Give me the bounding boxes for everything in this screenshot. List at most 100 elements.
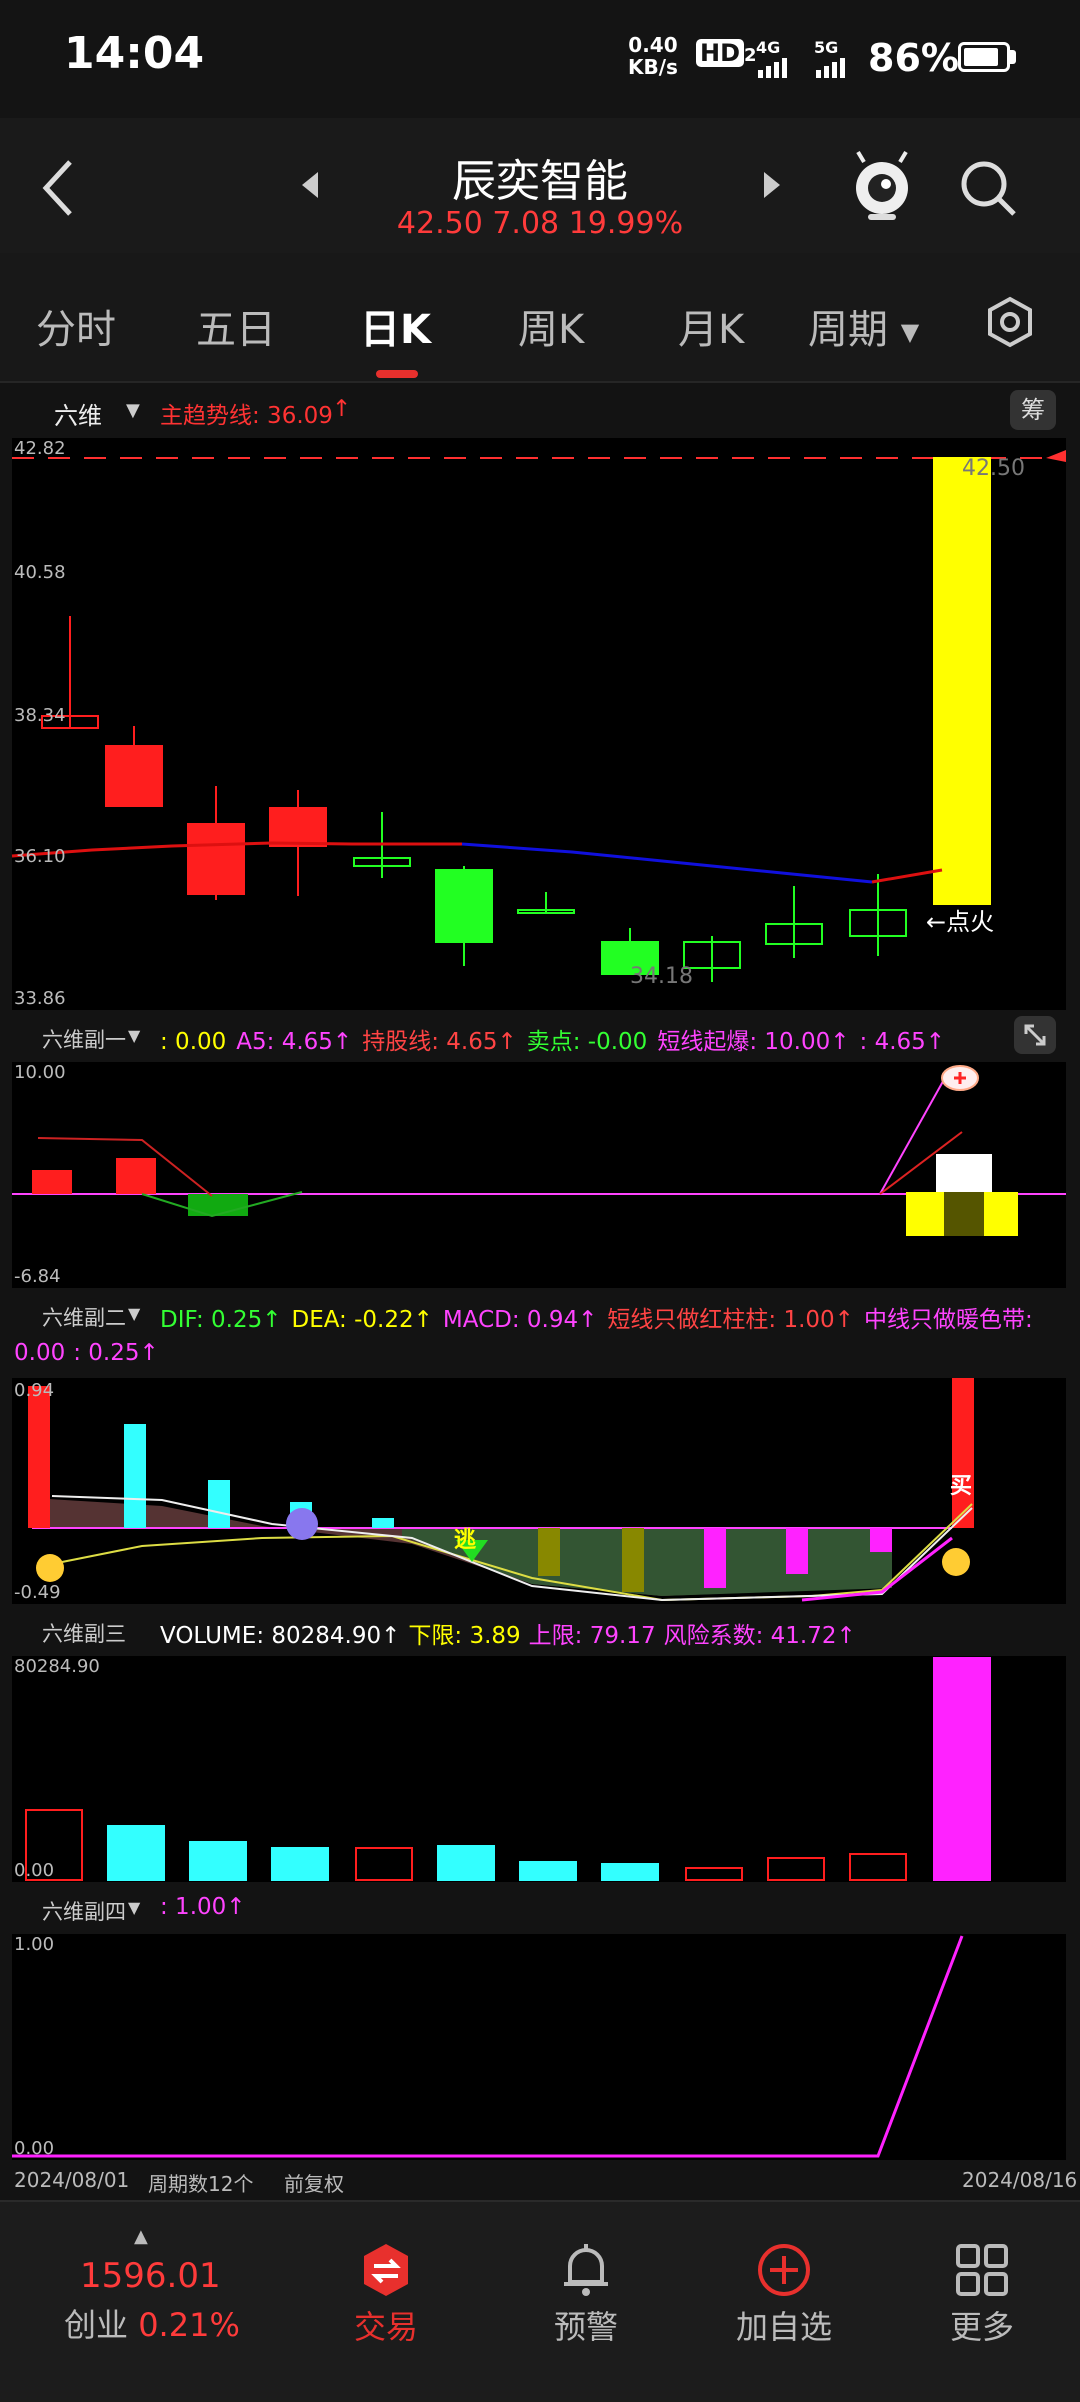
sub2-chart[interactable]	[12, 1378, 1066, 1604]
buy-signal-label: 买	[950, 1474, 973, 1499]
nav-trade[interactable]: 交易	[306, 2302, 466, 2348]
signal-5g-icon: 5G	[814, 38, 845, 78]
main-panel-name[interactable]: 六维	[54, 396, 102, 431]
battery-fill	[964, 48, 998, 66]
volume-chart[interactable]	[12, 1656, 1066, 1882]
indicator-value: : 1.00↑	[160, 1894, 246, 1920]
price-axis-label: 38.34	[14, 705, 66, 726]
battery-tip	[1010, 50, 1016, 64]
sub1-bar	[188, 1194, 248, 1216]
sub1-name[interactable]: 六维副一	[42, 1024, 126, 1054]
macd-bar	[622, 1528, 644, 1592]
volume-bar	[685, 1867, 743, 1881]
sub4-indicators: : 1.00↑	[160, 1894, 254, 1920]
money-bag-icon	[36, 1554, 64, 1582]
index-value[interactable]: 1596.01	[80, 2256, 221, 2296]
sub2-name[interactable]: 六维副二	[42, 1302, 126, 1332]
chips-button[interactable]: 筹	[1010, 390, 1056, 430]
sub1-chart[interactable]	[12, 1062, 1066, 1288]
price-axis-label: 40.58	[14, 562, 66, 583]
tab-period-dropdown[interactable]: 周期 ▼	[808, 297, 919, 355]
main-trend-indicator: 主趋势线: 36.09	[160, 403, 333, 429]
tab-monthly-k[interactable]: 月K	[678, 297, 744, 355]
trend-line-red	[871, 868, 943, 884]
nav-alert[interactable]: 预警	[506, 2302, 666, 2348]
sub1-indicators: : 0.00 A5: 4.65↑ 持股线: 4.65↑ 卖点: -0.00 短线起爆: …	[160, 1022, 955, 1056]
indicator-value: 持股线: 4.65↑	[362, 1029, 517, 1055]
sub1-bar	[944, 1192, 984, 1236]
bell-icon[interactable]	[558, 2242, 614, 2298]
signal-5g-label: 5G	[814, 38, 839, 57]
chevron-down-icon[interactable]: ▼	[126, 400, 140, 421]
sub4-line	[12, 1935, 964, 2158]
signal-bars-icon	[758, 58, 787, 78]
net-speed-value: 0.40	[628, 33, 678, 57]
tab-weekly-k[interactable]: 周K	[518, 297, 584, 355]
battery-icon	[958, 42, 1010, 72]
high-price-label: 42.50	[962, 456, 1025, 481]
tab-daily-k[interactable]: 日K	[360, 297, 431, 355]
volume-bar	[519, 1861, 577, 1881]
nav-more[interactable]: 更多	[902, 2302, 1062, 2348]
tab-intraday[interactable]: 分时	[36, 297, 116, 355]
chevron-down-icon: ▼	[900, 318, 920, 346]
candle-body	[105, 745, 163, 807]
sub1-bar	[116, 1158, 156, 1194]
indicator-value: A5: 4.65↑	[236, 1029, 353, 1055]
add-watchlist-icon[interactable]	[756, 2242, 812, 2298]
sad-face-icon	[286, 1508, 318, 1540]
sub2-indicators-line2: 0.00: 0.25↑	[14, 1340, 167, 1366]
sub3-indicators: VOLUME: 80284.90↑ 下限: 3.89 上限: 79.17 风险系数: …	[160, 1616, 864, 1650]
chevron-down-icon[interactable]: ▼	[128, 1026, 140, 1045]
kline-chart[interactable]	[11, 438, 1066, 1010]
trade-icon[interactable]	[358, 2242, 414, 2298]
sub4-chart[interactable]	[12, 1934, 1066, 2160]
sub2-axis-bottom: -0.49	[14, 1582, 61, 1603]
indicator-value: : 0.25↑	[73, 1340, 159, 1366]
chevron-down-icon[interactable]: ▼	[128, 1898, 140, 1917]
price-axis-label: 42.82	[14, 438, 66, 459]
sub4-axis-top: 1.00	[14, 1934, 55, 1955]
indicator-value: MACD: 0.94↑	[442, 1307, 598, 1333]
escape-signal-label: 逃	[454, 1528, 477, 1553]
sub4-name[interactable]: 六维副四	[42, 1896, 126, 1926]
sub1-axis-top: 10.00	[14, 1062, 66, 1083]
mascot-icon[interactable]	[850, 150, 914, 222]
volume-bar	[767, 1857, 825, 1881]
signal-4g-label: 4G	[756, 38, 781, 57]
volume-bar	[189, 1841, 247, 1881]
volume-bar	[355, 1847, 413, 1881]
indicator-value: 上限: 79.17	[528, 1623, 656, 1649]
volume-bar	[849, 1853, 907, 1881]
index-ticker[interactable]: 创业 0.21%	[64, 2300, 240, 2346]
sub4-axis-bottom: 0.00	[14, 2138, 55, 2159]
search-icon[interactable]	[958, 158, 1018, 218]
hd-sub: 2	[744, 45, 757, 66]
sub1-axis-bottom: -6.84	[14, 1266, 61, 1287]
chevron-down-icon[interactable]: ▼	[128, 1304, 140, 1323]
sub3-name[interactable]: 六维副三	[42, 1618, 126, 1648]
chevron-up-icon[interactable]: ▲	[134, 2226, 148, 2247]
signal-bars-icon	[816, 58, 845, 78]
sub1-bar	[936, 1154, 992, 1192]
hd-icon: HD 2	[696, 38, 757, 68]
indicator-value: VOLUME: 80284.90↑	[160, 1623, 401, 1649]
expand-icon[interactable]	[1014, 1016, 1056, 1054]
tab-five-day[interactable]: 五日	[196, 297, 276, 355]
indicator-value: 下限: 3.89	[408, 1623, 521, 1649]
indicator-value: 短线起爆: 10.00↑	[657, 1029, 850, 1055]
money-bag-icon	[942, 1548, 970, 1576]
indicator-value: 风险系数: 41.72↑	[663, 1623, 856, 1649]
adjust-mode[interactable]: 前复权	[284, 2168, 344, 2197]
net-speed-unit: KB/s	[628, 55, 678, 79]
indicator-value: 短线只做红柱柱: 1.00↑	[607, 1307, 854, 1333]
active-tab-indicator	[376, 370, 418, 378]
price-axis-label: 33.86	[14, 988, 66, 1009]
volume-bar	[271, 1847, 329, 1881]
nav-add-watchlist[interactable]: 加自选	[704, 2302, 864, 2348]
macd-bar	[28, 1386, 50, 1528]
battery-percent: 86%	[868, 36, 959, 80]
grid-icon[interactable]	[954, 2242, 1010, 2298]
sub3-axis-bottom: 0.00	[14, 1860, 55, 1881]
settings-icon[interactable]	[984, 296, 1036, 348]
